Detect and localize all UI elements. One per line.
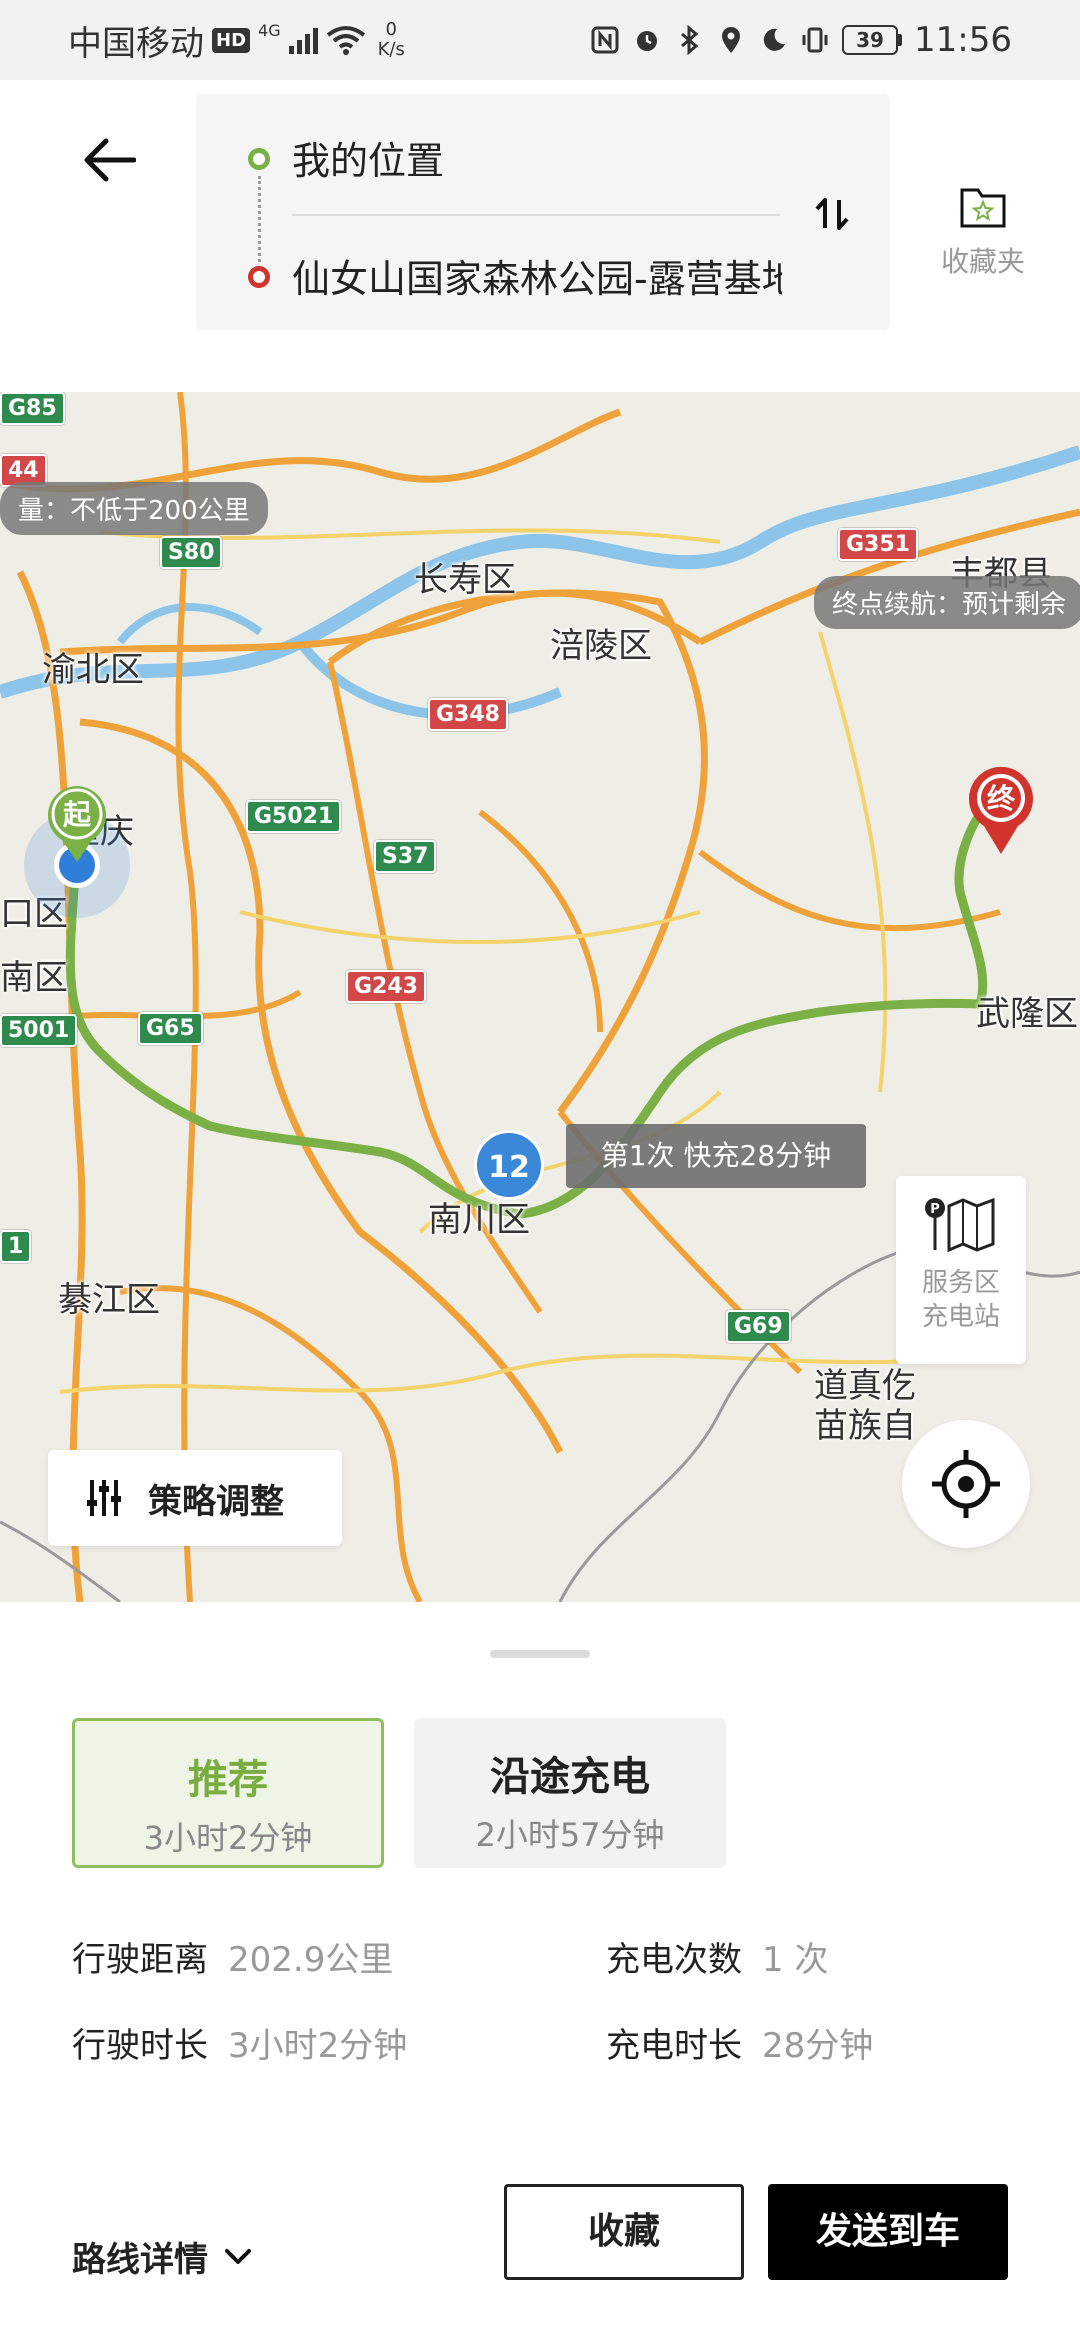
strategy-adjust-button[interactable]: 策略调整: [48, 1450, 342, 1546]
road-shield: 5001: [0, 1014, 78, 1047]
favorites-folder-label: 收藏夹: [940, 245, 1025, 278]
end-pin-icon[interactable]: 终: [966, 764, 1036, 856]
favorite-button[interactable]: 收藏: [504, 2184, 744, 2280]
chevron-down-icon: [225, 2248, 251, 2264]
stat-duration-value: 3小时2分钟: [228, 2026, 408, 2066]
start-pin-text: 起: [63, 798, 92, 831]
road-shield: G65: [138, 1012, 203, 1045]
origin-dot-icon: [248, 148, 270, 170]
stat-charge-time-value: 28分钟: [762, 2026, 874, 2066]
end-pin-text: 终: [987, 782, 1016, 815]
route-summary-sheet: 推荐 3小时2分钟 沿途充电 2小时57分钟 行驶距离 202.9公里 充电次数 1…: [0, 1602, 1080, 2340]
tab-charge-along-duration: 2小时57分钟: [475, 1816, 665, 1854]
swap-icon: [815, 198, 849, 230]
network-speed: 0 K/s: [378, 20, 405, 60]
tab-charge-along-title: 沿途充电: [490, 1754, 650, 1800]
route-details-label: 路线详情: [72, 2240, 208, 2280]
status-bar-right: 39 11:56: [590, 18, 1012, 62]
map-place-label: 綦江区: [58, 1280, 160, 1320]
stat-charge-count: 充电次数 1 次: [606, 1932, 828, 1981]
charge-stop-tip: 第1次 快充28分钟: [566, 1124, 866, 1188]
signal-icon: [288, 26, 318, 54]
hd-badge: HD: [212, 27, 251, 53]
tab-recommended-duration: 3小时2分钟: [143, 1819, 313, 1857]
road-shield: 1: [0, 1230, 32, 1263]
swap-route-button[interactable]: [804, 186, 860, 242]
origin-field[interactable]: 我的位置: [292, 130, 782, 185]
stat-distance: 行驶距离 202.9公里: [72, 1932, 393, 1981]
service-area-label-1: 服务区: [921, 1268, 1000, 1298]
end-range-tip: 终点续航：预计剩余: [814, 576, 1080, 629]
svg-text:P: P: [930, 1202, 940, 1217]
battery-level: 39: [842, 25, 899, 55]
network-speed-value: 0: [385, 19, 397, 40]
wifi-icon: [326, 26, 365, 55]
map-place-label: 口区: [0, 894, 68, 934]
road-shield: G5021: [246, 800, 342, 833]
stat-duration-label: 行驶时长: [72, 2026, 208, 2066]
bluetooth-icon: [681, 25, 699, 55]
sliders-icon: [87, 1480, 121, 1516]
service-area-label-2: 充电站: [921, 1302, 1000, 1332]
crosshair-icon: [932, 1450, 1000, 1518]
network-speed-unit: K/s: [377, 39, 405, 60]
vibrate-icon: [802, 27, 828, 53]
stat-distance-value: 202.9公里: [228, 1940, 394, 1980]
road-shield: G243: [346, 970, 426, 1003]
favorites-folder-button[interactable]: 收藏夹: [928, 184, 1038, 280]
map-place-label: 长寿区: [414, 560, 516, 600]
route-divider: [292, 214, 780, 216]
tab-recommended[interactable]: 推荐 3小时2分钟: [72, 1718, 384, 1868]
road-shield: S80: [160, 536, 223, 569]
folder-star-icon: [960, 188, 1006, 228]
map-place-label: 苗族自: [814, 1406, 916, 1446]
status-bar: 中国移动 HD 4G 0 K/s 39 11:56: [0, 0, 1080, 80]
map-view[interactable]: G85 44 S80 G351 G348 G5021 S37 G243 G65 …: [0, 392, 1080, 1602]
stat-charge-count-label: 充电次数: [606, 1940, 742, 1980]
status-bar-left: 中国移动 HD 4G 0 K/s: [68, 18, 405, 64]
strategy-adjust-label: 策略调整: [148, 1481, 284, 1522]
stat-charge-time: 充电时长 28分钟: [606, 2018, 873, 2067]
map-place-label: 武隆区: [976, 994, 1078, 1034]
carrier-name: 中国移动: [68, 23, 204, 64]
map-place-label: 南区: [0, 958, 68, 998]
map-place-label: 涪陵区: [550, 626, 652, 666]
sheet-drag-handle[interactable]: [490, 1650, 590, 1658]
location-icon: [722, 27, 741, 53]
start-pin-icon[interactable]: 起: [44, 780, 110, 864]
stat-charge-count-value: 1 次: [762, 1940, 829, 1980]
tab-charge-along[interactable]: 沿途充电 2小时57分钟: [414, 1718, 726, 1868]
service-map-icon: P: [925, 1197, 995, 1253]
locate-me-button[interactable]: [902, 1420, 1030, 1548]
clock: 11:56: [914, 20, 1012, 60]
back-button[interactable]: [70, 120, 150, 200]
map-base: [0, 392, 1080, 1602]
road-shield: G348: [428, 698, 508, 731]
back-arrow-icon: [84, 138, 136, 182]
nfc-icon: [591, 26, 619, 54]
route-input-card: 我的位置 仙女山国家森林公园-露营基地: [196, 94, 890, 330]
battery-icon: 39: [842, 25, 903, 55]
road-shield: G351: [838, 528, 918, 561]
route-connector: [258, 176, 261, 262]
alarm-icon: [637, 31, 658, 51]
road-shield: G85: [0, 392, 65, 425]
road-shield: G69: [726, 1310, 791, 1343]
destination-field[interactable]: 仙女山国家森林公园-露营基地: [292, 248, 782, 303]
charge-stop-badge[interactable]: 12: [474, 1130, 544, 1200]
stat-charge-time-label: 充电时长: [606, 2026, 742, 2066]
destination-dot-icon: [248, 266, 270, 288]
stat-duration: 行驶时长 3小时2分钟: [72, 2018, 407, 2067]
send-to-car-button[interactable]: 发送到车: [768, 2184, 1008, 2280]
network-type: 4G: [258, 20, 281, 40]
tab-recommended-title: 推荐: [188, 1757, 268, 1803]
stat-distance-label: 行驶距离: [72, 1940, 208, 1980]
start-range-tip: 量：不低于200公里: [0, 482, 268, 535]
moon-icon: [763, 28, 786, 51]
road-shield: S37: [374, 840, 437, 873]
service-area-button[interactable]: P 服务区 充电站: [896, 1176, 1026, 1364]
route-details-button[interactable]: 路线详情: [72, 2232, 252, 2281]
map-place-label: 渝北区: [42, 650, 144, 690]
